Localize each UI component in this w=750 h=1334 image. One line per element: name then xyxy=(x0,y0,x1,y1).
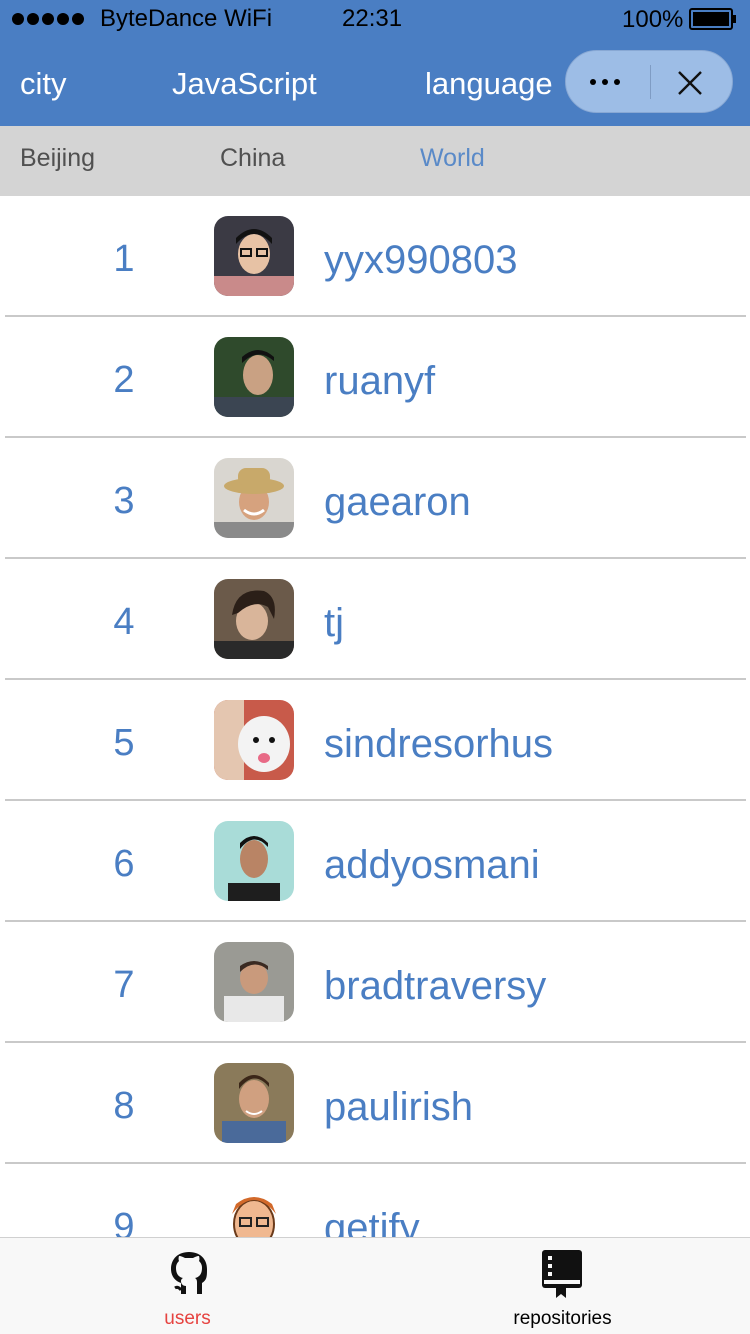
close-icon[interactable] xyxy=(676,69,704,97)
username: bradtraversy xyxy=(324,964,547,1008)
miniprogram-capsule xyxy=(565,50,733,113)
avatar xyxy=(214,700,294,780)
repository-icon xyxy=(542,1250,582,1298)
list-item[interactable]: 9 getify xyxy=(0,1164,750,1237)
username: getify xyxy=(324,1206,420,1237)
username: tj xyxy=(324,601,344,645)
city-picker[interactable]: city xyxy=(20,66,67,102)
username: sindresorhus xyxy=(324,722,554,766)
clock: 22:31 xyxy=(342,5,403,32)
tab-users[interactable]: users xyxy=(0,1238,375,1334)
rank-number: 3 xyxy=(113,480,135,522)
status-bar: ByteDance WiFi 22:31 100% xyxy=(0,0,750,38)
avatar xyxy=(214,821,294,901)
tab-users-label: users xyxy=(164,1308,211,1329)
selected-language[interactable]: JavaScript xyxy=(172,66,317,102)
list-item[interactable]: 7 bradtraversy xyxy=(0,922,750,1043)
rank-number: 2 xyxy=(113,359,135,401)
avatar xyxy=(214,579,294,659)
tab-world[interactable]: World xyxy=(420,144,485,173)
list-item[interactable]: 3 gaearon xyxy=(0,438,750,559)
rank-number: 4 xyxy=(113,601,135,643)
bottom-tab-bar: users repositories xyxy=(0,1237,750,1334)
list-item[interactable]: 2 ruanyf xyxy=(0,317,750,438)
username: yyx990803 xyxy=(324,238,518,282)
avatar xyxy=(214,942,294,1022)
list-item[interactable]: 6 addyosmani xyxy=(0,801,750,922)
rank-number: 9 xyxy=(113,1206,135,1237)
rank-number: 1 xyxy=(113,238,135,280)
rank-number: 5 xyxy=(113,722,135,764)
capsule-divider xyxy=(650,65,651,99)
avatar xyxy=(214,1063,294,1143)
rank-number: 7 xyxy=(113,964,135,1006)
avatar xyxy=(214,458,294,538)
github-icon xyxy=(171,1252,207,1294)
tab-china[interactable]: China xyxy=(220,144,285,173)
avatar xyxy=(214,337,294,417)
battery-percent: 100% xyxy=(622,6,684,33)
user-ranking-list: 1 yyx990803 2 ruanyf 3 gaearon 4 tj 5 si… xyxy=(0,196,750,1237)
carrier-name: ByteDance WiFi xyxy=(100,5,273,32)
rank-number: 8 xyxy=(113,1085,135,1127)
avatar xyxy=(214,216,294,296)
battery-icon xyxy=(689,8,737,30)
list-item[interactable]: 5 sindresorhus xyxy=(0,680,750,801)
more-icon[interactable] xyxy=(590,79,620,85)
username: ruanyf xyxy=(324,359,436,403)
tab-beijing[interactable]: Beijing xyxy=(20,144,95,173)
tab-repositories[interactable]: repositories xyxy=(375,1238,750,1334)
top-nav: city JavaScript language xyxy=(0,38,750,126)
avatar xyxy=(214,1184,294,1237)
region-tabs: Beijing China World xyxy=(0,126,750,196)
username: paulirish xyxy=(324,1085,473,1129)
username: gaearon xyxy=(324,480,471,524)
signal-icon xyxy=(12,13,84,25)
list-item[interactable]: 4 tj xyxy=(0,559,750,680)
list-item[interactable]: 1 yyx990803 xyxy=(0,196,750,317)
tab-repositories-label: repositories xyxy=(513,1308,612,1329)
rank-number: 6 xyxy=(113,843,135,885)
username: addyosmani xyxy=(324,843,540,887)
language-picker[interactable]: language xyxy=(425,66,553,102)
list-item[interactable]: 8 paulirish xyxy=(0,1043,750,1164)
